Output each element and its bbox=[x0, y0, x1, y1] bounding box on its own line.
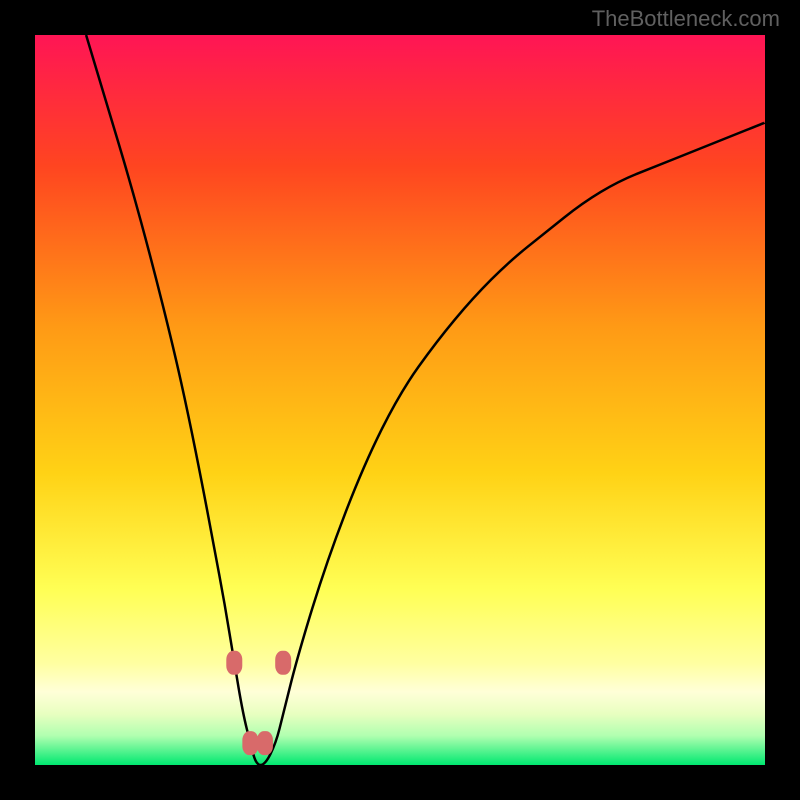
plot-area bbox=[35, 35, 765, 765]
gradient-background bbox=[35, 35, 765, 765]
marker-dot bbox=[242, 731, 258, 755]
marker-dot bbox=[226, 651, 242, 675]
chart-frame: TheBottleneck.com bbox=[0, 0, 800, 800]
marker-dot bbox=[275, 651, 291, 675]
chart-svg bbox=[35, 35, 765, 765]
watermark-text: TheBottleneck.com bbox=[592, 6, 780, 32]
marker-dot bbox=[257, 731, 273, 755]
